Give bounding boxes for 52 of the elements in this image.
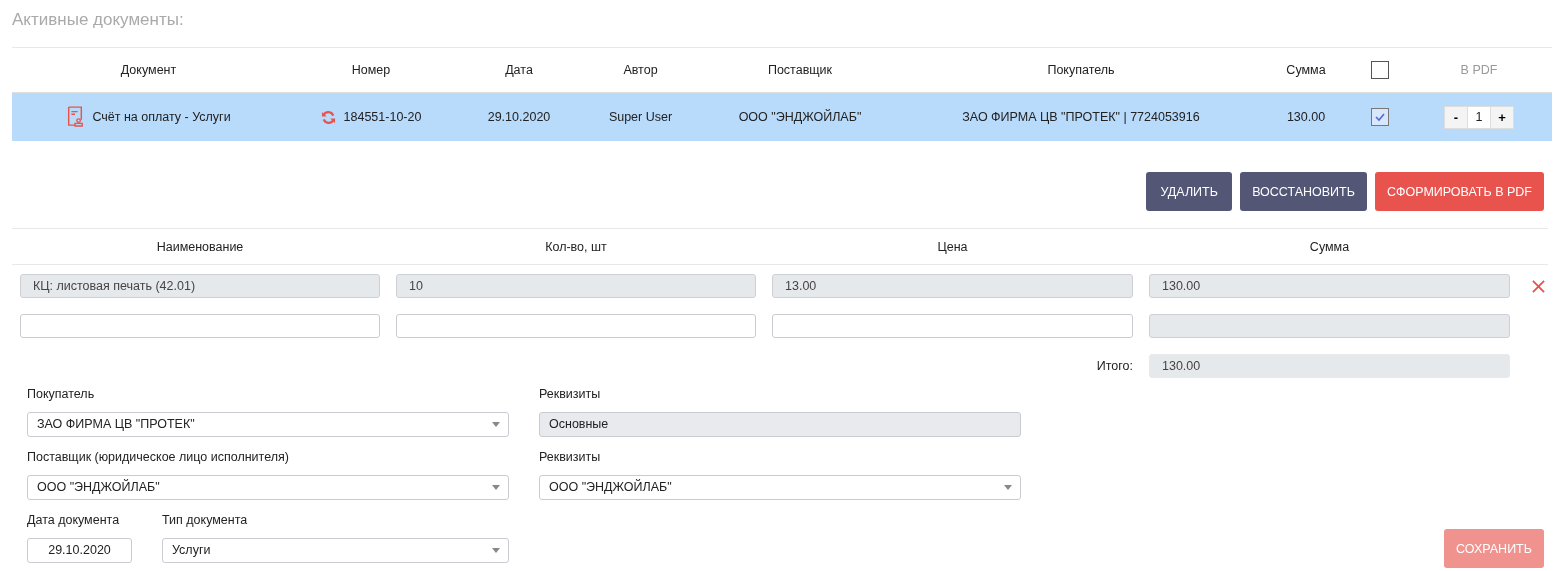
caret-icon <box>492 485 500 490</box>
increment-button[interactable]: + <box>1491 106 1513 128</box>
column-header: Дата <box>505 63 533 77</box>
buyer-select[interactable]: ЗАО ФИРМА ЦВ "ПРОТЕК" <box>27 412 509 437</box>
column-header: Сумма <box>1286 63 1326 77</box>
field-label: Реквизиты <box>539 449 602 466</box>
date-field[interactable]: 29.10.2020 <box>27 538 132 563</box>
column-header: В PDF <box>1460 63 1498 77</box>
action-button[interactable]: ВОССТАНОВИТЬ <box>1240 172 1367 211</box>
column-header: Цена <box>937 239 968 254</box>
field-label: Поставщик (юридическое лицо исполнителя) <box>27 449 290 466</box>
document-row[interactable]: Счёт на оплату - Услуги 184551-10-20 29.10.2020 Super User ООО "ЭНДЖОЙЛАБ" ЗАО ФИРМА ЦВ "ПРОТЕК" | 7724053916 130.00 - 1 + <box>12 93 1552 141</box>
field-label: Реквизиты <box>539 386 602 403</box>
select-all-checkbox[interactable] <box>1371 61 1389 79</box>
action-button[interactable]: УДАЛИТЬ <box>1146 172 1233 211</box>
item-field[interactable] <box>772 314 1133 338</box>
column-header: Автор <box>623 63 658 77</box>
table-cell: ООО "ЭНДЖОЙЛАБ" <box>738 110 862 124</box>
document-type-select[interactable]: Услуги <box>162 538 509 563</box>
field-label: Дата документа <box>27 512 121 529</box>
table-cell: ЗАО ФИРМА ЦВ "ПРОТЕК" | 7724053916 <box>962 110 1200 124</box>
document-name[interactable]: Счёт на оплату - Услуги <box>92 110 231 124</box>
table-cell: 130.00 <box>1286 110 1326 124</box>
column-header: Наименование <box>156 239 244 254</box>
decrement-button[interactable]: - <box>1445 106 1467 128</box>
table-cell: 29.10.2020 <box>487 110 551 124</box>
caret-icon <box>492 422 500 427</box>
total-field: 130.00 <box>1149 354 1510 378</box>
check-icon <box>1374 111 1386 123</box>
column-header: Кол-во, шт <box>545 239 607 254</box>
action-button[interactable]: СФОРМИРОВАТЬ В PDF <box>1374 172 1544 211</box>
field-label: Тип документа <box>162 512 249 529</box>
column-header: Сумма <box>1309 239 1350 254</box>
field-label: Покупатель <box>27 386 96 403</box>
column-header: Документ <box>120 63 177 77</box>
item-field[interactable] <box>396 314 756 338</box>
column-header: Номер <box>351 63 391 77</box>
column-header: Покупатель <box>1047 63 1115 77</box>
table-cell: Super User <box>608 110 673 124</box>
refresh-icon[interactable] <box>320 109 336 125</box>
caret-icon <box>492 548 500 553</box>
total-label: Итого: <box>1096 359 1133 373</box>
details-select[interactable]: ООО "ЭНДЖОЙЛАБ" <box>539 475 1021 500</box>
page-title: Активные документы: <box>12 9 185 31</box>
column-header: Поставщик <box>767 63 833 77</box>
table-cell: 184551-10-20 <box>343 110 422 124</box>
supplier-select[interactable]: ООО "ЭНДЖОЙЛАБ" <box>27 475 509 500</box>
item-field[interactable] <box>20 314 380 338</box>
document-stamp-icon <box>66 106 85 128</box>
close-icon[interactable] <box>1532 279 1545 293</box>
caret-icon <box>1004 485 1012 490</box>
row-checkbox[interactable] <box>1371 108 1389 126</box>
